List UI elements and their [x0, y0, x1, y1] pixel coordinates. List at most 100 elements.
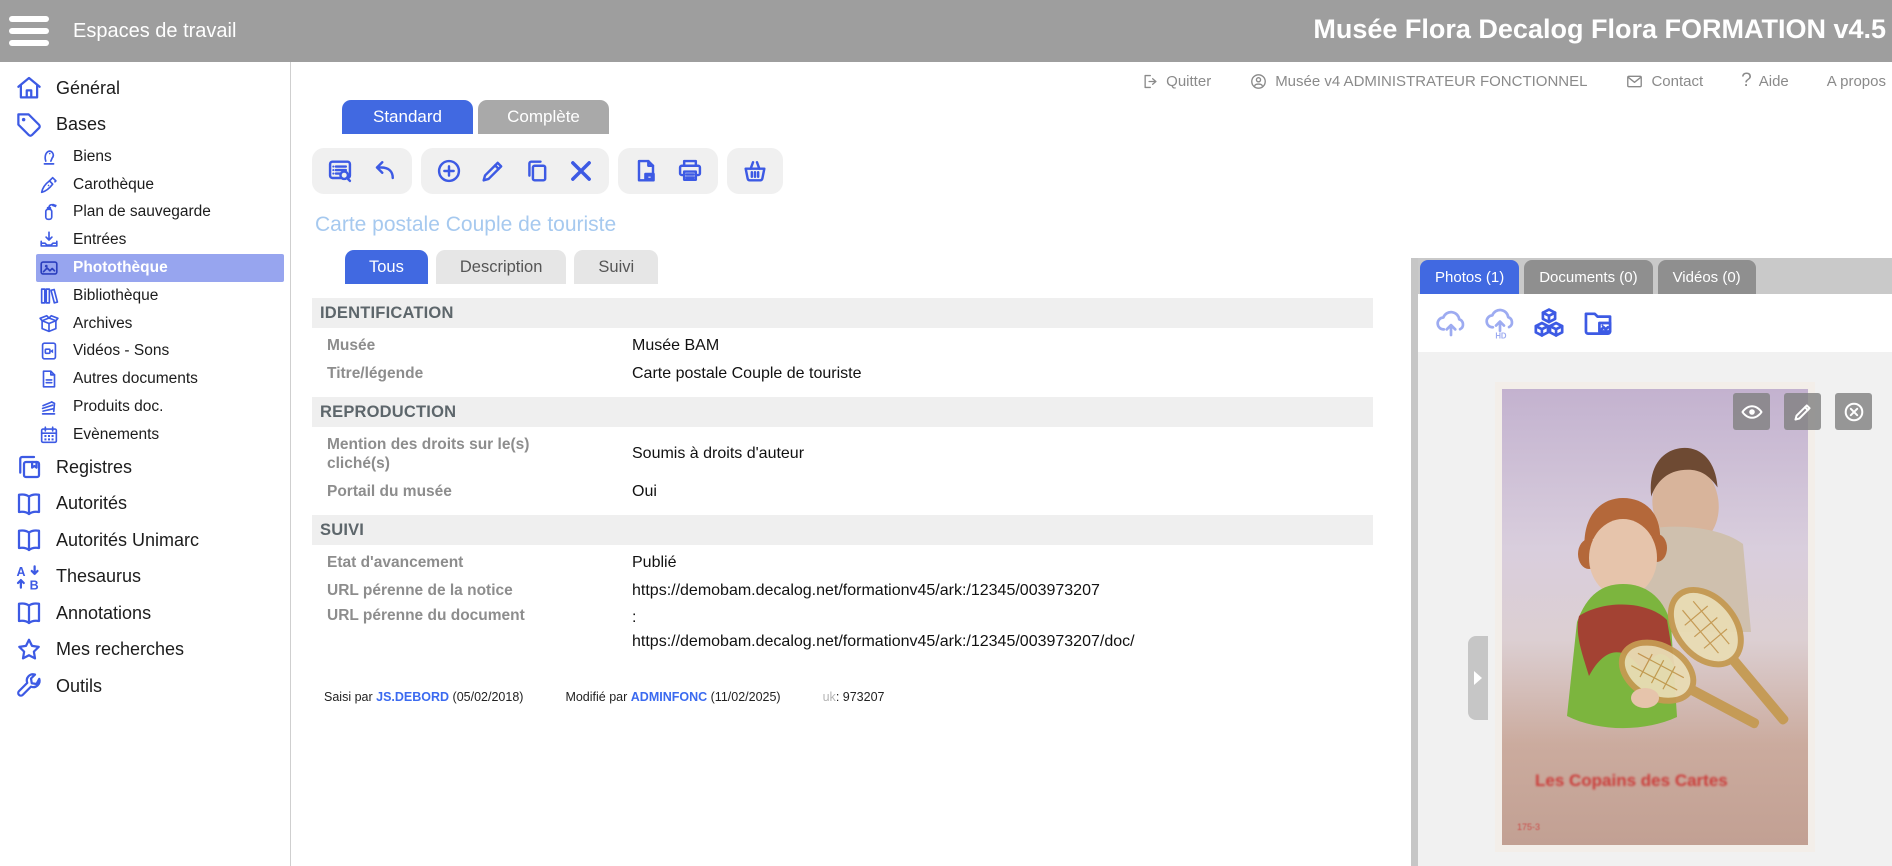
sidebar-item-autorites[interactable]: Autorités [0, 485, 290, 522]
sidebar-item-general[interactable]: Général [0, 70, 290, 107]
view-tabs: Standard Complète [342, 100, 1373, 134]
exit-icon [1140, 72, 1159, 91]
quit-link[interactable]: Quitter [1140, 72, 1211, 91]
folder-image-icon[interactable] [1581, 306, 1615, 340]
basket-icon[interactable] [741, 157, 769, 185]
app-header: Espaces de travail Musée Flora Decalog F… [0, 0, 1892, 62]
sidebar-item-archives[interactable]: Archives [36, 310, 284, 338]
sidebar-item-autres-documents[interactable]: Autres documents [36, 365, 284, 393]
tab-tous[interactable]: Tous [345, 250, 428, 284]
media-column: Photos (1) Documents (0) Vidéos (0) HD [1411, 100, 1892, 866]
field-row: Mention des droits sur le(s) cliché(s) S… [312, 432, 1373, 476]
tab-standard[interactable]: Standard [342, 100, 473, 134]
hamburger-menu-icon[interactable] [9, 16, 49, 46]
sidebar-item-entrees[interactable]: Entrées [36, 226, 284, 254]
help-link[interactable]: ? Aide [1741, 70, 1789, 92]
field-row: Portail du musée Oui [312, 479, 1373, 504]
books-icon [36, 285, 62, 307]
toolbar-group-edit [421, 148, 609, 194]
remove-circle-icon[interactable] [1835, 393, 1872, 430]
panel-divider [1411, 258, 1418, 866]
sidebar-item-videos-sons[interactable]: Vidéos - Sons [36, 338, 284, 366]
user-icon [1249, 72, 1268, 91]
tab-suivi[interactable]: Suivi [574, 250, 658, 284]
panel-collapse-handle[interactable] [1468, 636, 1488, 720]
toolbar-group-basket [727, 148, 783, 194]
document-icon [36, 368, 62, 390]
inbox-down-icon [36, 229, 62, 251]
doc-print-icon[interactable] [632, 157, 660, 185]
field-row: URL pérenne de la notice https://demobam… [312, 578, 1373, 603]
record-audit-footer: Saisi par JS.DEBORD (05/02/2018) Modifié… [324, 690, 1373, 704]
sidebar-item-bibliotheque[interactable]: Bibliothèque [36, 282, 284, 310]
contact-link[interactable]: Contact [1625, 72, 1703, 91]
photo-corner-mark: 175-3 [1517, 822, 1540, 832]
extinguisher-icon [36, 201, 62, 223]
list-search-icon[interactable] [326, 157, 354, 185]
toolbar-group-print [618, 148, 718, 194]
bust-icon [36, 146, 62, 168]
edit-pencil-icon[interactable] [479, 157, 507, 185]
eye-icon[interactable] [1733, 393, 1770, 430]
field-row: Titre/légende Carte postale Couple de to… [312, 361, 1373, 386]
sidebar-item-phototheque[interactable]: Photothèque [36, 254, 284, 282]
photo-viewer-area: Les Copains des Cartes 175-3 [1418, 352, 1892, 866]
svg-text:B: B [30, 578, 39, 592]
sort-az-icon: AB [13, 562, 45, 592]
registers-icon [13, 452, 45, 482]
svg-text:HD: HD [1495, 332, 1507, 340]
sidebar-item-produits-doc[interactable]: Produits doc. [36, 393, 284, 421]
sheets-icon [36, 396, 62, 418]
sidebar-item-thesaurus[interactable]: AB Thesaurus [0, 558, 290, 595]
media-tabs: Photos (1) Documents (0) Vidéos (0) [1418, 258, 1892, 294]
tab-photos[interactable]: Photos (1) [1420, 260, 1519, 294]
sidebar-item-autorites-unimarc[interactable]: Autorités Unimarc [0, 522, 290, 559]
sidebar-item-plan-de-sauvegarde[interactable]: Plan de sauvegarde [36, 199, 284, 227]
sidebar-item-evenements[interactable]: Evènements [36, 421, 284, 449]
sidebar-item-mes-recherches[interactable]: Mes recherches [0, 631, 290, 668]
add-circle-icon[interactable] [435, 157, 463, 185]
printer-icon[interactable] [676, 157, 704, 185]
cloud-upload-hd-icon[interactable]: HD [1483, 306, 1517, 340]
record-toolbar [312, 148, 1373, 194]
archive-box-icon [36, 313, 62, 335]
tab-description[interactable]: Description [436, 250, 567, 284]
cloud-upload-icon[interactable] [1434, 306, 1468, 340]
record-uk-number: : 973207 [836, 690, 885, 704]
wrench-icon [13, 671, 45, 701]
delete-x-icon[interactable] [567, 157, 595, 185]
tab-documents[interactable]: Documents (0) [1524, 260, 1652, 294]
record-tabs: Tous Description Suivi [345, 250, 1373, 284]
svg-text:A: A [17, 564, 26, 578]
modified-by-user[interactable]: ADMINFONC [631, 690, 707, 704]
record-photo[interactable]: Les Copains des Cartes 175-3 [1495, 382, 1815, 852]
about-link[interactable]: A propos [1827, 73, 1886, 90]
open-book-icon [13, 489, 45, 519]
video-doc-icon [36, 340, 62, 362]
edit-pencil-icon[interactable] [1784, 393, 1821, 430]
sidebar-item-bases[interactable]: Bases [0, 107, 290, 144]
sidebar-item-carotheque[interactable]: Carothèque [36, 171, 284, 199]
photo-action-buttons [1733, 393, 1872, 430]
sidebar-item-annotations[interactable]: Annotations [0, 595, 290, 632]
created-by-user[interactable]: JS.DEBORD [376, 690, 449, 704]
section-header-reproduction: REPRODUCTION [312, 397, 1373, 427]
pen-icon [36, 174, 62, 196]
media-toolbar: HD [1418, 294, 1892, 352]
tab-videos[interactable]: Vidéos (0) [1658, 260, 1756, 294]
toolbar-group-navigation [312, 148, 412, 194]
calendar-icon [36, 424, 62, 446]
cubes-icon[interactable] [1532, 306, 1566, 340]
media-panel: Photos (1) Documents (0) Vidéos (0) HD [1418, 258, 1892, 866]
field-row: Musée Musée BAM [312, 333, 1373, 358]
sidebar-item-biens[interactable]: Biens [36, 143, 284, 171]
copy-icon[interactable] [523, 157, 551, 185]
star-icon [13, 635, 45, 665]
tag-icon [13, 110, 45, 140]
current-user[interactable]: Musée v4 ADMINISTRATEUR FONCTIONNEL [1249, 72, 1587, 91]
sidebar-item-registres[interactable]: Registres [0, 449, 290, 486]
tab-complete[interactable]: Complète [478, 100, 609, 134]
sidebar-item-outils[interactable]: Outils [0, 668, 290, 705]
record-url-notice: https://demobam.decalog.net/formationv45… [632, 579, 1100, 603]
undo-icon[interactable] [370, 157, 398, 185]
